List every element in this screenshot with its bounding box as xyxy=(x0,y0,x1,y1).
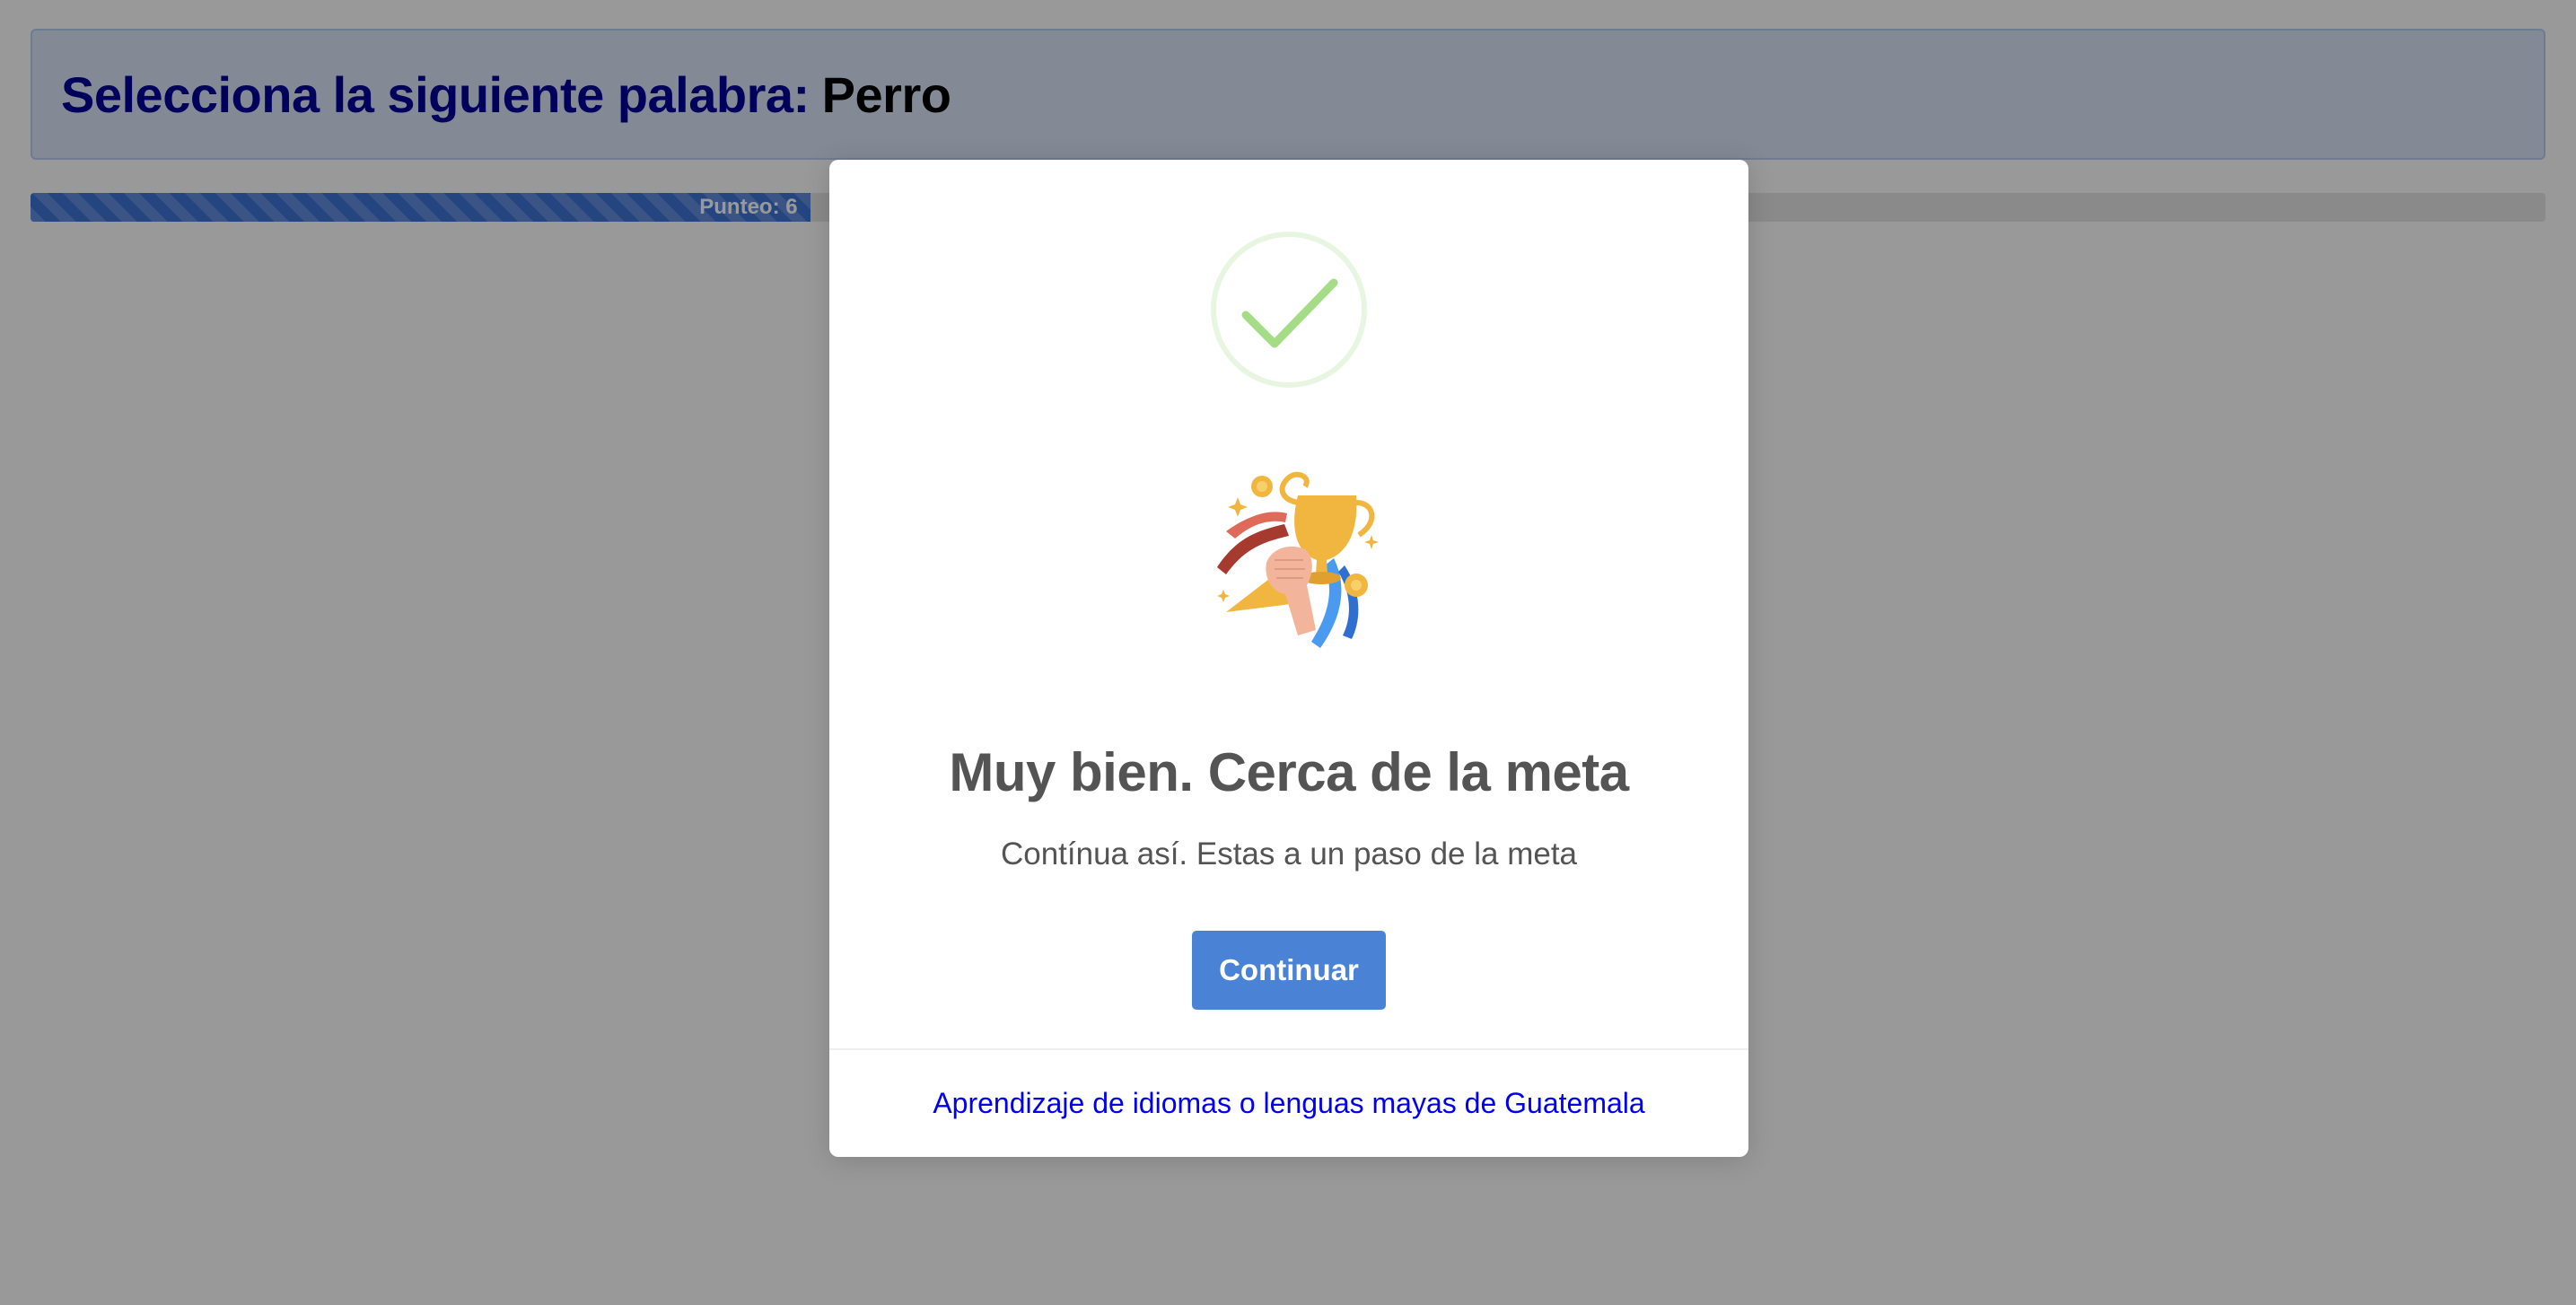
success-check-icon xyxy=(1211,232,1367,388)
footer-link[interactable]: Aprendizaje de idiomas o lenguas mayas d… xyxy=(933,1087,1644,1120)
continue-button[interactable]: Continuar xyxy=(1192,931,1386,1010)
dialog-footer: Aprendizaje de idiomas o lenguas mayas d… xyxy=(829,1048,1748,1157)
success-dialog: Muy bien. Cerca de la meta Contínua así.… xyxy=(829,160,1748,1157)
dialog-title: Muy bien. Cerca de la meta xyxy=(949,742,1629,802)
quiz-page: Selecciona la siguiente palabra: Perro Pu… xyxy=(0,0,2576,1305)
trophy-celebration-icon xyxy=(1217,471,1379,648)
dialog-message: Contínua así. Estas a un paso de la meta xyxy=(1000,836,1578,871)
